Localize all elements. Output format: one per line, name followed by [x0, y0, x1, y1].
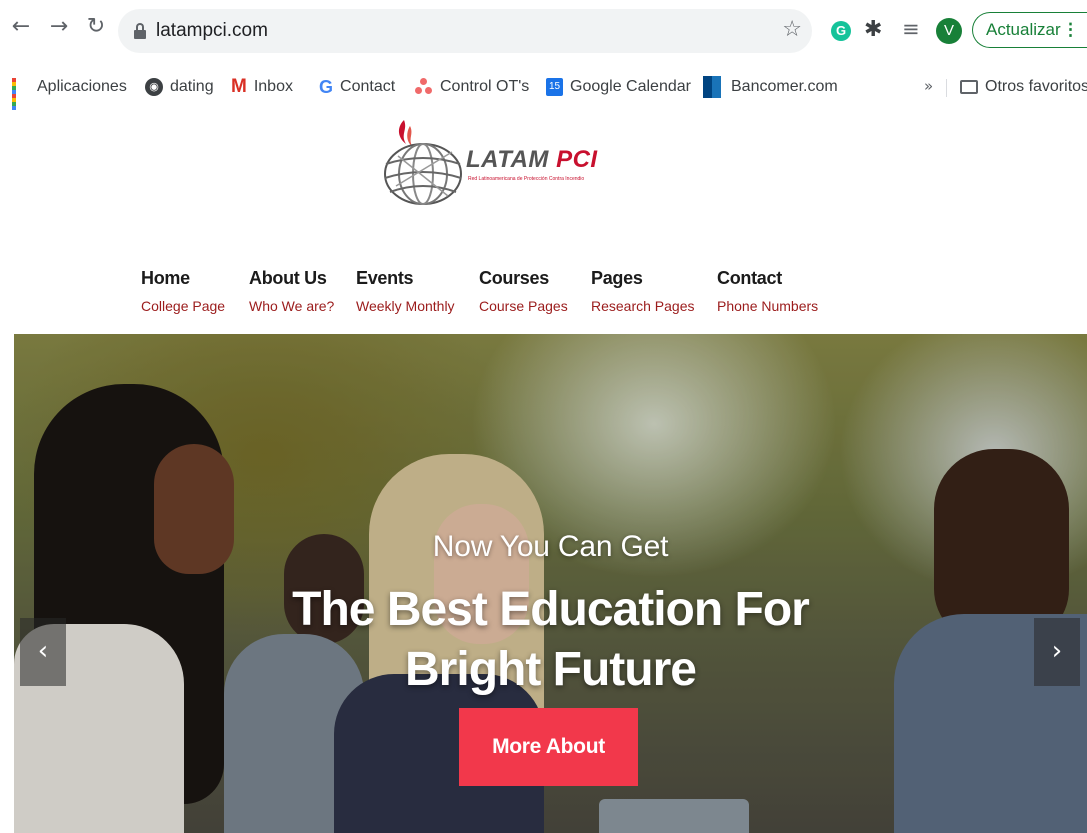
bookmark-control-ot[interactable]: Control OT's [415, 75, 529, 99]
lock-icon[interactable] [134, 23, 146, 39]
calendar-icon: 15 [546, 78, 563, 96]
bookmark-label: Bancomer.com [731, 78, 838, 95]
hero-title-line: The Best Education For [292, 583, 810, 636]
address-bar[interactable]: latampci.com ☆ [118, 9, 812, 53]
hero-title: The Best Education For Bright Future [14, 580, 1087, 700]
browser-toolbar: ← → ↻ latampci.com ☆ G ✱ ≡ V Actualizar … [0, 0, 1087, 64]
globe-flame-icon [384, 120, 462, 205]
bbva-icon [703, 76, 721, 98]
bookmarks-bar: Aplicaciones ◉ dating M Inbox G Contact … [0, 64, 1087, 114]
google-icon: G [319, 76, 334, 97]
site-header: LATAM PCI Red Latinoamericana de Protecc… [0, 110, 1087, 334]
menu-label: About Us [249, 268, 327, 288]
menu-label: Contact [717, 268, 782, 288]
avatar[interactable]: V [936, 18, 962, 44]
forward-icon[interactable]: → [46, 14, 72, 40]
bookmark-label: Otros favoritos [985, 78, 1087, 95]
more-about-button[interactable]: More About [459, 708, 638, 786]
menu-label: Pages [591, 268, 643, 288]
bookmark-other-favorites[interactable]: Otros favoritos [960, 75, 1087, 99]
puzzle-icon[interactable]: ✱ [864, 17, 882, 42]
bookmark-apps[interactable]: Aplicaciones [12, 75, 127, 114]
logo-wordmark: LATAM PCI [466, 146, 598, 173]
slider-prev-icon[interactable]: ‹ [20, 618, 66, 686]
menu-label: Courses [479, 268, 549, 288]
menu-item-pages[interactable]: Pages Research Pages [591, 268, 695, 328]
asana-icon [415, 78, 433, 96]
menu-sublabel: Weekly Monthly [356, 298, 455, 314]
bookmark-label: dating [170, 78, 214, 95]
bookmark-dating[interactable]: ◉ dating [145, 75, 214, 99]
folder-icon [960, 80, 978, 94]
bookmark-inbox[interactable]: M Inbox [231, 75, 293, 99]
hero-title-line: Bright Future [405, 643, 697, 696]
globe-icon: ◉ [145, 78, 163, 96]
bookmark-contact[interactable]: G Contact [319, 75, 395, 99]
slider-next-icon[interactable]: › [1034, 618, 1080, 686]
update-button[interactable]: Actualizar ⋮ [972, 12, 1087, 48]
reload-icon[interactable]: ↻ [83, 14, 109, 40]
bookmark-google-calendar[interactable]: 15 Google Calendar [546, 75, 691, 99]
logo-tagline: Red Latinoamericana de Protección Contra… [468, 176, 585, 182]
hero-subtitle: Now You Can Get [432, 530, 669, 563]
apps-grid-icon [12, 78, 30, 114]
menu-item-home[interactable]: Home College Page [141, 268, 225, 328]
bookmarks-divider [946, 79, 947, 97]
gmail-icon: M [231, 76, 247, 97]
bookmark-label: Inbox [253, 78, 293, 95]
bookmarks-overflow-icon[interactable]: » [924, 77, 933, 95]
bookmark-label: Contact [340, 78, 396, 95]
menu-sublabel: Research Pages [591, 298, 695, 314]
menu-item-about[interactable]: About Us Who We are? [249, 268, 334, 328]
menu-sublabel: Phone Numbers [717, 298, 819, 314]
update-button-label: Actualizar [986, 20, 1061, 39]
menu-sublabel: College Page [141, 298, 226, 314]
menu-item-contact[interactable]: Contact Phone Numbers [717, 268, 818, 328]
menu-label: Events [356, 268, 414, 288]
url-text[interactable]: latampci.com [156, 20, 268, 42]
media-queue-icon[interactable]: ≡ [902, 17, 920, 41]
menu-sublabel: Course Pages [479, 298, 568, 314]
grammarly-icon[interactable]: G [831, 21, 851, 41]
hero-slider: Now You Can Get The Best Education For B… [14, 334, 1087, 833]
menu-sublabel: Who We are? [249, 298, 335, 314]
bookmark-label: Aplicaciones [37, 78, 127, 95]
back-icon[interactable]: ← [8, 14, 34, 40]
menu-item-courses[interactable]: Courses Course Pages [479, 268, 568, 328]
site-logo[interactable]: LATAM PCI Red Latinoamericana de Protecc… [378, 116, 618, 216]
bookmark-bancomer[interactable]: Bancomer.com [703, 75, 838, 99]
bookmark-label: Google Calendar [570, 78, 691, 95]
star-icon[interactable]: ☆ [782, 17, 802, 42]
menu-label: Home [141, 268, 190, 288]
menu-item-events[interactable]: Events Weekly Monthly [356, 268, 455, 328]
bookmark-label: Control OT's [440, 78, 530, 95]
kebab-menu-icon[interactable]: ⋮ [1062, 13, 1079, 47]
